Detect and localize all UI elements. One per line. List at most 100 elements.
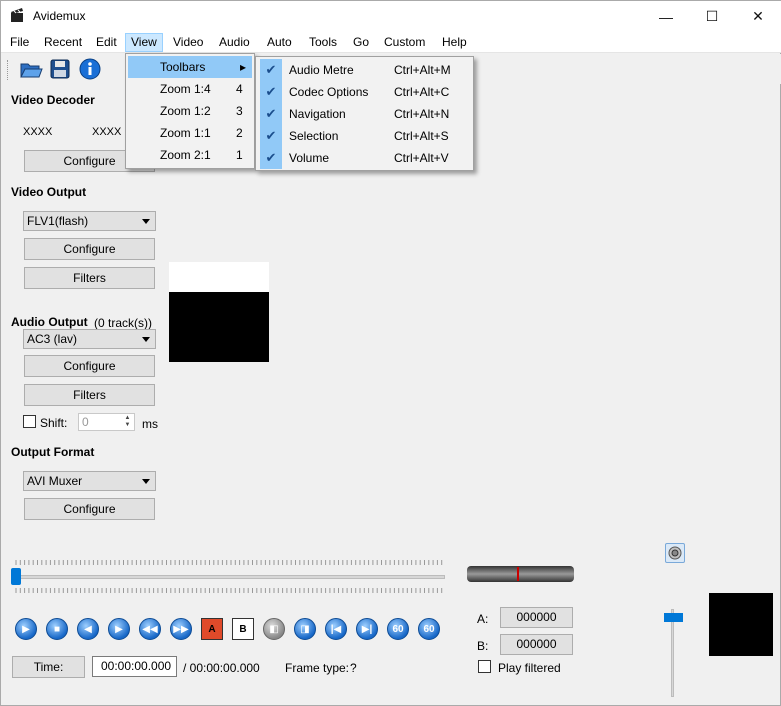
check-icon: ✔: [260, 147, 282, 169]
chevron-down-icon: [142, 337, 150, 342]
menu-recent[interactable]: Recent: [39, 33, 87, 52]
previous-black-frame-icon[interactable]: ◧: [263, 618, 285, 640]
next-keyframe-icon[interactable]: ▶▶: [170, 618, 192, 640]
menu-bar: File Recent Edit View Video Audio Auto T…: [1, 32, 781, 53]
frame-type-value: ?: [350, 661, 357, 675]
toolbars-item-codec-options[interactable]: ✔ Codec Options Ctrl+Alt+C: [258, 81, 471, 103]
toolbars-item-label: Selection: [289, 129, 339, 143]
set-marker-b-icon[interactable]: B: [232, 618, 254, 640]
shift-checkbox[interactable]: [23, 415, 36, 428]
play-icon[interactable]: ▶: [15, 618, 37, 640]
marker-b-value[interactable]: 000000: [500, 634, 573, 655]
toolbars-item-label: Codec Options: [289, 85, 369, 99]
previous-keyframe-icon[interactable]: ◀◀: [139, 618, 161, 640]
video-output-title: Video Output: [11, 185, 87, 199]
muxer-select[interactable]: AVI Muxer: [23, 471, 156, 491]
audio-output-configure-button[interactable]: Configure: [24, 355, 155, 377]
forward-60s-icon[interactable]: 60: [418, 618, 440, 640]
audio-codec-select[interactable]: AC3 (lav): [23, 329, 156, 349]
toolbars-item-shortcut: Ctrl+Alt+M: [394, 63, 451, 77]
audio-output-filters-button[interactable]: Filters: [24, 384, 155, 406]
current-time-field[interactable]: 00:00:00.000: [92, 656, 177, 677]
menu-auto[interactable]: Auto: [262, 33, 297, 52]
menu-view[interactable]: View: [125, 33, 163, 52]
close-button[interactable]: ✕: [735, 1, 781, 32]
video-codec-select[interactable]: FLV1(flash): [23, 211, 156, 231]
view-menu-item-zoom-1-1[interactable]: Zoom 1:1 2: [128, 122, 252, 144]
avidemux-app-icon: [11, 8, 23, 22]
toolbar-grip[interactable]: [7, 60, 10, 80]
video-output-filters-button[interactable]: Filters: [24, 267, 155, 289]
view-menu-dropdown: Toolbars ▸ Zoom 1:4 4 Zoom 1:2 3 Zoom 1:…: [125, 53, 255, 169]
view-menu-item-shortcut: 4: [236, 82, 243, 96]
check-icon: ✔: [260, 81, 282, 103]
previous-frame-icon[interactable]: ◀: [77, 618, 99, 640]
play-filtered-checkbox[interactable]: [478, 660, 491, 673]
toolbars-item-volume[interactable]: ✔ Volume Ctrl+Alt+V: [258, 147, 471, 169]
title-bar: Avidemux — ☐ ✕: [1, 1, 781, 32]
toolbars-item-selection[interactable]: ✔ Selection Ctrl+Alt+S: [258, 125, 471, 147]
next-black-frame-icon[interactable]: ◨: [294, 618, 316, 640]
menu-audio[interactable]: Audio: [214, 33, 255, 52]
menu-tools[interactable]: Tools: [304, 33, 342, 52]
video-codec-value: FLV1(flash): [27, 214, 89, 228]
video-decoder-title: Video Decoder: [11, 93, 95, 107]
menu-file[interactable]: File: [5, 33, 34, 52]
maximize-button[interactable]: ☐: [689, 1, 735, 32]
navigation-slider-track[interactable]: [13, 575, 445, 579]
navigation-slider-handle[interactable]: [11, 568, 21, 585]
toolbars-item-shortcut: Ctrl+Alt+C: [394, 85, 450, 99]
volume-icon[interactable]: [665, 543, 685, 563]
frame-type-label: Frame type:: [285, 661, 350, 675]
next-frame-icon[interactable]: ▶: [108, 618, 130, 640]
minimize-button[interactable]: —: [643, 1, 689, 32]
shift-value: 0: [82, 415, 89, 429]
video-decoder-value-left: XXXX: [23, 126, 53, 138]
toolbars-item-navigation[interactable]: ✔ Navigation Ctrl+Alt+N: [258, 103, 471, 125]
view-menu-item-shortcut: 2: [236, 126, 243, 140]
marker-b-label: B:: [477, 639, 489, 653]
save-file-icon[interactable]: [48, 58, 72, 80]
menu-custom[interactable]: Custom: [379, 33, 430, 52]
toolbars-item-audio-metre[interactable]: ✔ Audio Metre Ctrl+Alt+M: [258, 59, 471, 81]
audio-metre-display: [709, 593, 773, 656]
set-marker-a-icon[interactable]: A: [201, 618, 223, 640]
volume-slider-handle[interactable]: [664, 613, 683, 622]
window-title: Avidemux: [33, 9, 86, 23]
muxer-value: AVI Muxer: [27, 474, 83, 488]
toolbars-item-label: Navigation: [289, 107, 346, 121]
spin-down-icon[interactable]: ▼: [122, 422, 133, 429]
menu-go[interactable]: Go: [348, 33, 374, 52]
open-file-icon[interactable]: [19, 58, 43, 80]
toolbars-item-shortcut: Ctrl+Alt+V: [394, 151, 449, 165]
view-menu-item-label: Zoom 1:4: [160, 82, 211, 96]
main-window: Avidemux — ☐ ✕ File Recent Edit View Vid…: [0, 0, 781, 706]
view-menu-item-label: Toolbars: [160, 60, 206, 74]
slider-ticks-top: [15, 560, 443, 565]
view-menu-item-zoom-2-1[interactable]: Zoom 2:1 1: [128, 144, 252, 166]
menu-help[interactable]: Help: [437, 33, 472, 52]
view-menu-item-zoom-1-4[interactable]: Zoom 1:4 4: [128, 78, 252, 100]
back-60s-icon[interactable]: 60: [387, 618, 409, 640]
view-menu-item-label: Zoom 2:1: [160, 148, 211, 162]
info-icon[interactable]: [78, 58, 102, 80]
stop-icon[interactable]: ■: [46, 618, 68, 640]
shift-spinbox[interactable]: 0 ▲ ▼: [78, 413, 135, 431]
video-output-configure-button[interactable]: Configure: [24, 238, 155, 260]
spin-up-icon[interactable]: ▲: [122, 415, 133, 422]
last-frame-icon[interactable]: ▶|: [356, 618, 378, 640]
jog-shuttle[interactable]: [467, 566, 574, 582]
menu-edit[interactable]: Edit: [91, 33, 122, 52]
video-preview-top: [169, 262, 269, 292]
time-button[interactable]: Time:: [12, 656, 85, 678]
marker-a-label: A:: [477, 612, 489, 626]
view-menu-item-toolbars[interactable]: Toolbars ▸: [128, 56, 252, 78]
output-format-configure-button[interactable]: Configure: [24, 498, 155, 520]
marker-a-value[interactable]: 000000: [500, 607, 573, 628]
jog-shuttle-marker: [517, 567, 519, 581]
menu-video[interactable]: Video: [168, 33, 208, 52]
volume-slider-track[interactable]: [671, 609, 674, 697]
check-icon: ✔: [260, 59, 282, 81]
first-frame-icon[interactable]: |◀: [325, 618, 347, 640]
view-menu-item-zoom-1-2[interactable]: Zoom 1:2 3: [128, 100, 252, 122]
